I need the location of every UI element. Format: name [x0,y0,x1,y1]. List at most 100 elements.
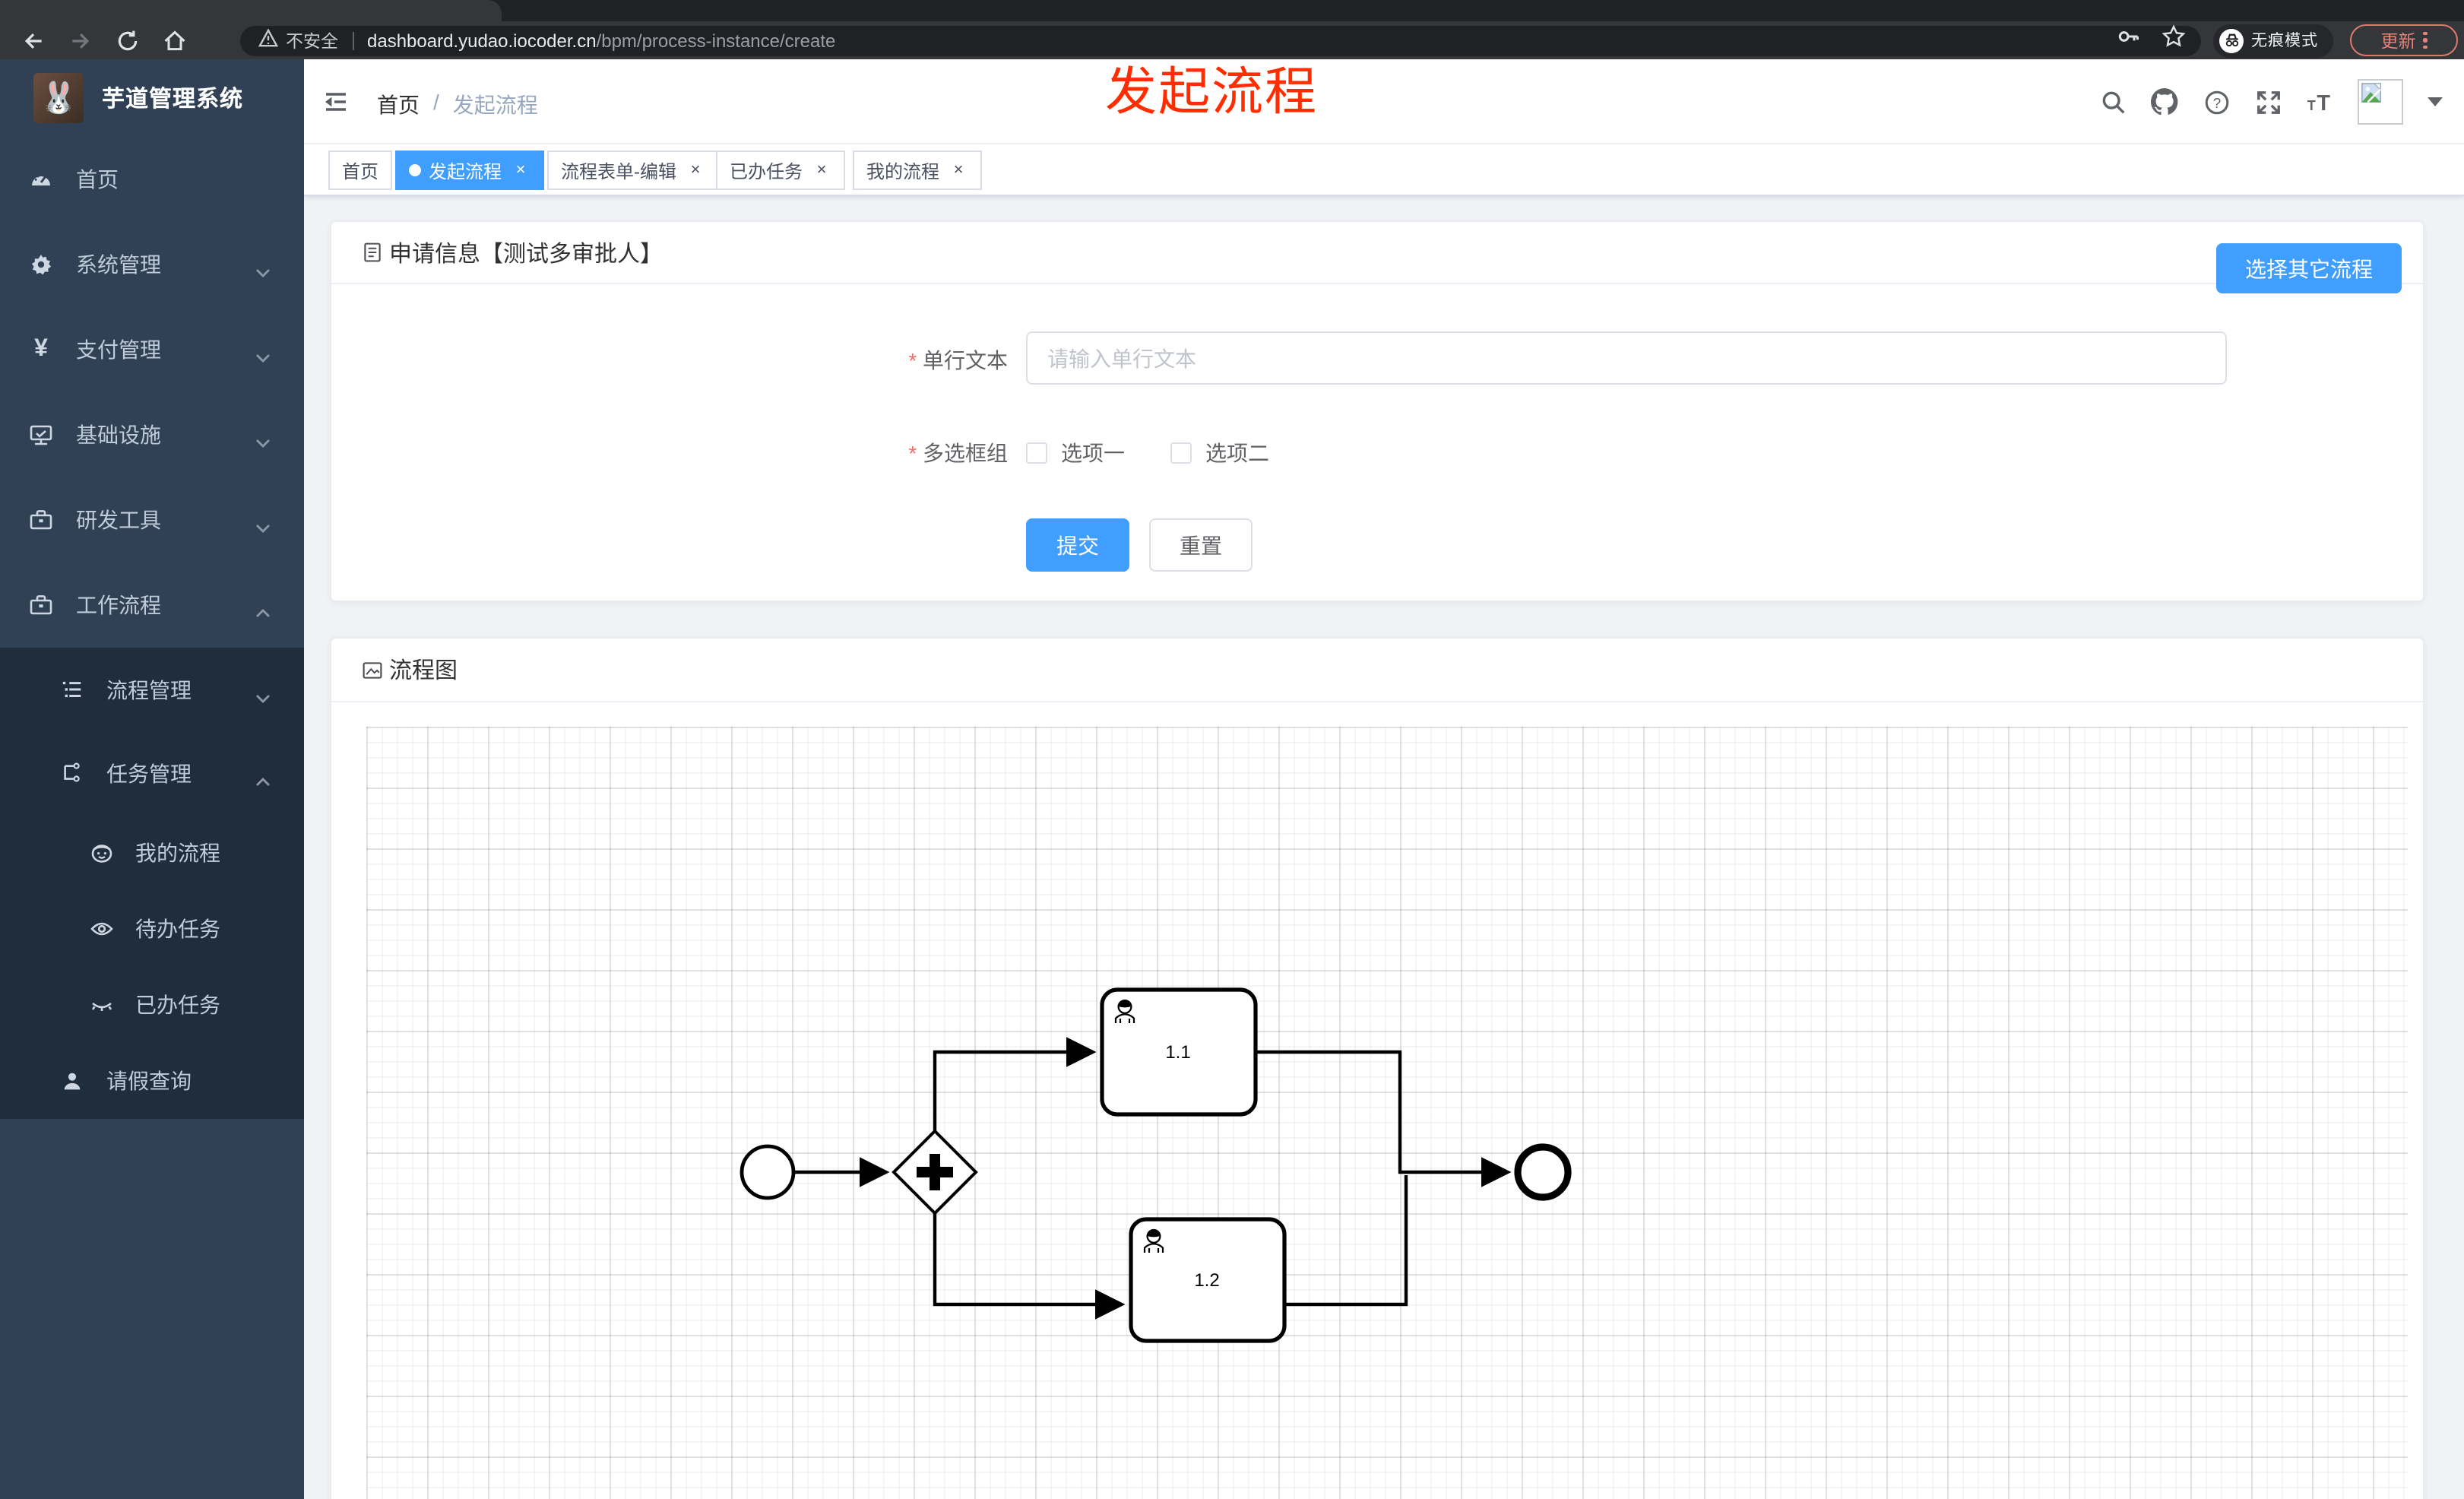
sidebar-item-home[interactable]: 首页 [0,137,304,222]
browser-menu-icon[interactable] [2423,31,2428,49]
close-icon[interactable]: × [686,160,705,180]
sidebar-item-label: 请假查询 [106,1069,192,1093]
sidebar-item-todo-tasks[interactable]: 待办任务 [0,891,304,967]
close-icon[interactable]: × [949,160,968,180]
breadcrumb-home[interactable]: 首页 [377,90,420,120]
checkbox-icon[interactable] [1170,442,1192,464]
tag-label: 首页 [342,160,379,182]
tag-label: 我的流程 [866,160,940,182]
sidebar: 🐰 芋道管理系统 首页 系统管理 ¥ 支付管理 基础设施 研发工具 工作流程 流… [0,59,304,1499]
bpmn-parallel-gateway[interactable] [892,1129,978,1215]
reload-icon[interactable] [114,27,141,54]
back-icon[interactable] [20,27,47,54]
apply-info-card-header: 申请信息【测试多审批人】 [331,222,2423,284]
sidebar-item-task-mgmt[interactable]: 任务管理 [0,731,304,815]
fullscreen-icon[interactable] [2254,88,2282,116]
sidebar-item-infrastructure[interactable]: 基础设施 [0,392,304,477]
chevron-up-icon [255,767,271,791]
address-divider [352,31,353,49]
checkbox-icon[interactable] [1026,442,1047,464]
diagram-title: 流程图 [389,658,458,684]
sidebar-item-done-tasks[interactable]: 已办任务 [0,967,304,1043]
sidebar-item-label: 支付管理 [76,338,161,362]
tag-done-tasks[interactable]: 已办任务 × [716,151,846,190]
sidebar-item-label: 基础设施 [76,423,161,447]
diagram-card-header: 流程图 [331,639,2423,702]
reset-button[interactable]: 重置 [1149,518,1253,572]
screen: 不安全 dashboard.yudao.iocoder.cn/bpm/proce… [0,0,2464,1499]
checkbox-option-2[interactable]: 选项二 [1170,438,1269,468]
forward-icon[interactable] [67,27,94,54]
app-title: 芋道管理系统 [102,87,244,113]
briefcase-icon [29,593,53,617]
face-icon [90,841,114,865]
bpmn-canvas[interactable]: 1.1 1.2 [366,727,2408,1499]
avatar[interactable] [2358,79,2403,125]
sidebar-item-label: 任务管理 [106,761,192,785]
avatar-dropdown-caret[interactable] [2428,97,2443,106]
monitor-check-icon [29,423,53,447]
sidebar-item-process-mgmt[interactable]: 流程管理 [0,648,304,731]
tag-label: 已办任务 [730,160,803,182]
tag-label: 发起流程 [429,160,502,182]
sidebar-item-workflow[interactable]: 工作流程 [0,563,304,648]
home-icon[interactable] [161,27,188,54]
sidebar-item-label: 已办任务 [135,993,220,1017]
incognito-icon [2219,28,2244,52]
tag-create-process[interactable]: 发起流程 × [395,151,545,190]
sidebar-item-leave-query[interactable]: 请假查询 [0,1043,304,1119]
sidebar-item-my-process[interactable]: 我的流程 [0,815,304,891]
breadcrumb: 首页 / 发起流程 [377,90,538,120]
eye-open-icon [90,917,114,941]
font-size-icon[interactable]: TT [2306,88,2333,116]
checkbox-label: 选项二 [1205,441,1269,465]
person-icon [59,1070,84,1092]
bpmn-start-event[interactable] [740,1144,796,1200]
chevron-down-icon [255,514,271,538]
breadcrumb-current: 发起流程 [452,93,538,117]
chevron-down-icon [255,344,271,368]
main-content: 申请信息【测试多审批人】 选择其它流程 单行文本 多选框组 选项一 选项二 提交… [304,196,2464,1499]
sidebar-item-label: 工作流程 [76,593,161,617]
bpmn-end-event[interactable] [1514,1143,1572,1201]
bpmn-user-task-1-1[interactable]: 1.1 [1100,987,1258,1117]
select-other-process-button[interactable]: 选择其它流程 [2216,243,2402,293]
checkbox-group-label: 多选框组 [689,438,1008,468]
apply-info-card: 申请信息【测试多审批人】 选择其它流程 单行文本 多选框组 选项一 选项二 提交… [330,220,2424,602]
sidebar-item-label: 我的流程 [135,841,220,865]
sidebar-item-dev-tools[interactable]: 研发工具 [0,477,304,563]
help-icon[interactable]: ? [2203,88,2230,116]
sidebar-item-label: 待办任务 [135,917,220,941]
sidebar-item-label: 流程管理 [106,677,192,702]
submit-button[interactable]: 提交 [1026,518,1129,572]
app-logo-row: 🐰 芋道管理系统 [0,59,304,137]
not-secure-warning-icon[interactable] [258,27,279,54]
github-icon[interactable] [2151,88,2178,116]
sidebar-item-label: 系统管理 [76,252,161,277]
svg-text:T: T [2307,98,2316,113]
sidebar-collapse-icon[interactable] [322,88,350,116]
close-icon[interactable]: × [812,160,831,180]
browser-update-button[interactable]: 更新 [2350,24,2458,56]
checkbox-option-1[interactable]: 选项一 [1026,438,1125,468]
bookmark-star-icon[interactable] [2162,24,2186,56]
app-header: 首页 / 发起流程 ? TT [304,59,2464,144]
key-icon[interactable] [2116,24,2140,56]
browser-active-tab[interactable] [0,0,502,23]
document-icon [364,242,381,262]
close-icon[interactable]: × [511,160,530,180]
tag-home[interactable]: 首页 [328,151,393,190]
toolbox-icon [29,508,53,532]
bpmn-user-task-1-2[interactable]: 1.2 [1129,1217,1287,1343]
sidebar-item-label: 研发工具 [76,508,161,532]
sidebar-item-system[interactable]: 系统管理 [0,222,304,307]
app-logo: 🐰 [33,73,84,123]
search-icon[interactable] [2099,88,2127,116]
tag-form-edit[interactable]: 流程表单-编辑 × [547,151,719,190]
sidebar-item-payment[interactable]: ¥ 支付管理 [0,307,304,392]
single-line-text-input[interactable] [1026,331,2227,385]
url-path: /bpm/process-instance/create [596,30,836,51]
tag-my-process[interactable]: 我的流程 × [853,151,983,190]
flow-branch-icon [59,762,84,784]
incognito-badge: 无痕模式 [2213,24,2333,57]
